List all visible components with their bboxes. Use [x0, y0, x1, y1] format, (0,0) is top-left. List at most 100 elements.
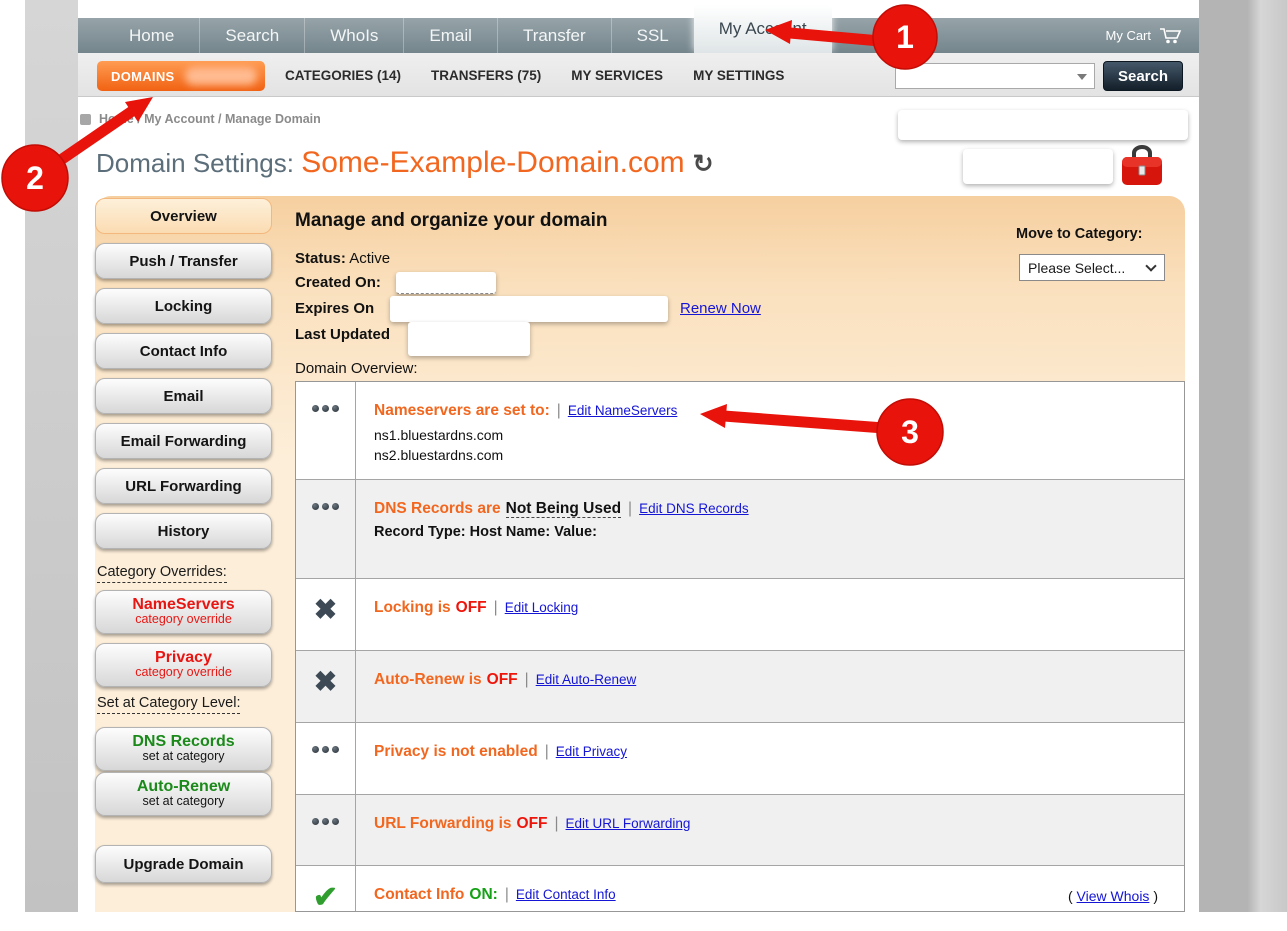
separator: |	[545, 743, 549, 760]
category-select[interactable]: Please Select...	[1019, 254, 1165, 281]
row-off-badge: OFF	[517, 815, 548, 832]
cart-icon	[1159, 27, 1183, 45]
edit-locking-link[interactable]: Edit Locking	[505, 600, 579, 615]
page-title: Domain Settings: Some-Example-Domain.com…	[96, 146, 714, 180]
category-sub: set at category	[143, 794, 225, 809]
override-sub: category override	[135, 665, 232, 680]
refresh-icon[interactable]: ↻	[693, 150, 714, 178]
separator: |	[555, 815, 559, 832]
edit-contact-info-link[interactable]: Edit Contact Info	[516, 887, 616, 902]
redacted-updated-date	[408, 322, 530, 356]
sidebar-item-auto-renew-category[interactable]: Auto-Renew set at category	[95, 772, 272, 816]
redacted-box-title	[963, 149, 1113, 184]
subnav-categories[interactable]: CATEGORIES (14)	[285, 68, 401, 83]
search-button[interactable]: Search	[1103, 61, 1183, 91]
renew-now-link[interactable]: Renew Now	[680, 300, 761, 317]
edit-privacy-link[interactable]: Edit Privacy	[556, 744, 627, 759]
separator: |	[525, 671, 529, 688]
category-select-value: Please Select...	[1028, 260, 1125, 276]
tab-transfer[interactable]: Transfer	[497, 18, 611, 53]
row-status-text: Not Being Used	[506, 500, 621, 518]
sidebar-item-url-forwarding[interactable]: URL Forwarding	[95, 468, 272, 504]
move-to-category-label: Move to Category:	[1016, 226, 1143, 242]
edit-auto-renew-link[interactable]: Edit Auto-Renew	[536, 672, 637, 687]
sidebar-item-nameservers-override[interactable]: NameServers category override	[95, 590, 272, 634]
sidebar-item-email-forwarding[interactable]: Email Forwarding	[95, 423, 272, 459]
dots-icon	[312, 500, 339, 512]
row-title: Auto-Renew is	[374, 671, 482, 688]
subnav-items: CATEGORIES (14) TRANSFERS (75) MY SERVIC…	[285, 53, 784, 97]
domain-search-input[interactable]	[895, 63, 1095, 89]
check-icon: ✔	[313, 886, 338, 912]
sidebar-item-privacy-override[interactable]: Privacy category override	[95, 643, 272, 687]
account-sub-navigation: DOMAINS CATEGORIES (14) TRANSFERS (75) M…	[78, 53, 1199, 97]
nameserver-2: ns2.bluestardns.com	[374, 445, 1166, 465]
row-off-badge: OFF	[487, 671, 518, 688]
sidebar-item-history[interactable]: History	[95, 513, 272, 549]
tab-ssl[interactable]: SSL	[611, 18, 694, 53]
page-title-prefix: Domain Settings:	[96, 148, 301, 178]
sidebar-item-contact-info[interactable]: Contact Info	[95, 333, 272, 369]
created-label: Created On:	[295, 274, 381, 291]
sidebar-item-locking[interactable]: Locking	[95, 288, 272, 324]
screenshot-root: Home Search WhoIs Email Transfer SSL My …	[0, 0, 1287, 931]
edit-nameservers-link[interactable]: Edit NameServers	[568, 403, 678, 418]
tab-whois[interactable]: WhoIs	[304, 18, 403, 53]
tab-home[interactable]: Home	[104, 18, 199, 53]
category-overrides-label: Category Overrides:	[97, 564, 227, 583]
bottom-gutter	[0, 912, 1287, 931]
subnav-transfers[interactable]: TRANSFERS (75)	[431, 68, 541, 83]
dots-icon	[312, 815, 339, 827]
breadcrumb: Home / My Account / Manage Domain	[80, 112, 321, 126]
chevron-down-icon	[1145, 260, 1156, 271]
redacted-expires-date	[390, 296, 668, 322]
separator: |	[505, 886, 509, 903]
row-title: URL Forwarding is	[374, 815, 512, 832]
domain-overview-table: Nameservers are set to: | Edit NameServers…	[295, 381, 1185, 912]
page: Home Search WhoIs Email Transfer SSL My …	[78, 0, 1199, 912]
override-title: Privacy	[155, 650, 212, 665]
upgrade-domain-button[interactable]: Upgrade Domain	[95, 845, 272, 883]
category-title: DNS Records	[132, 734, 234, 749]
expires-label: Expires On	[295, 300, 374, 317]
x-icon: ✖	[314, 671, 337, 722]
my-cart-label: My Cart	[1106, 28, 1152, 43]
edit-url-forwarding-link[interactable]: Edit URL Forwarding	[566, 816, 691, 831]
dns-record-headers: Record Type: Host Name: Value:	[374, 524, 1166, 540]
left-gutter	[25, 0, 78, 912]
table-row-url-forwarding: URL Forwarding is OFF | Edit URL Forwarding	[296, 794, 1184, 865]
view-whois-link[interactable]: View Whois	[1077, 888, 1150, 904]
status-line: Status: Active	[295, 250, 390, 267]
tab-email[interactable]: Email	[403, 18, 497, 53]
x-icon: ✖	[314, 599, 337, 650]
status-label: Status:	[295, 250, 346, 267]
sidebar-item-overview[interactable]: Overview	[95, 198, 272, 234]
dots-icon	[312, 743, 339, 755]
toolbox-icon[interactable]	[1118, 144, 1166, 188]
updated-label: Last Updated	[295, 326, 390, 343]
status-value: Active	[349, 250, 390, 267]
top-nav-tabs: Home Search WhoIs Email Transfer SSL My …	[104, 18, 832, 53]
edit-dns-records-link[interactable]: Edit DNS Records	[639, 501, 749, 516]
subnav-my-services[interactable]: MY SERVICES	[571, 68, 663, 83]
sidebar-item-email[interactable]: Email	[95, 378, 272, 414]
page-title-domain: Some-Example-Domain.com	[301, 146, 684, 179]
expires-line: Expires On	[295, 300, 374, 317]
tab-search[interactable]: Search	[199, 18, 304, 53]
sidebar-item-dns-records-category[interactable]: DNS Records set at category	[95, 727, 272, 771]
domains-label: DOMAINS	[111, 69, 175, 84]
redacted-created-date	[396, 272, 496, 294]
row-title: DNS Records are	[374, 500, 501, 517]
row-title: Nameservers are set to:	[374, 402, 550, 419]
breadcrumb-text[interactable]: Home / My Account / Manage Domain	[99, 112, 321, 126]
subnav-domains[interactable]: DOMAINS	[97, 61, 265, 91]
home-icon	[80, 114, 91, 125]
dropdown-arrow-icon[interactable]	[1077, 74, 1087, 80]
table-row-auto-renew: ✖ Auto-Renew is OFF | Edit Auto-Renew	[296, 650, 1184, 722]
my-cart-button[interactable]: My Cart	[1106, 18, 1184, 53]
tab-my-account[interactable]: My Account	[694, 5, 832, 53]
paren-close: )	[1149, 888, 1158, 904]
sidebar-item-push-transfer[interactable]: Push / Transfer	[95, 243, 272, 279]
subnav-my-settings[interactable]: MY SETTINGS	[693, 68, 784, 83]
category-title: Auto-Renew	[137, 779, 230, 794]
